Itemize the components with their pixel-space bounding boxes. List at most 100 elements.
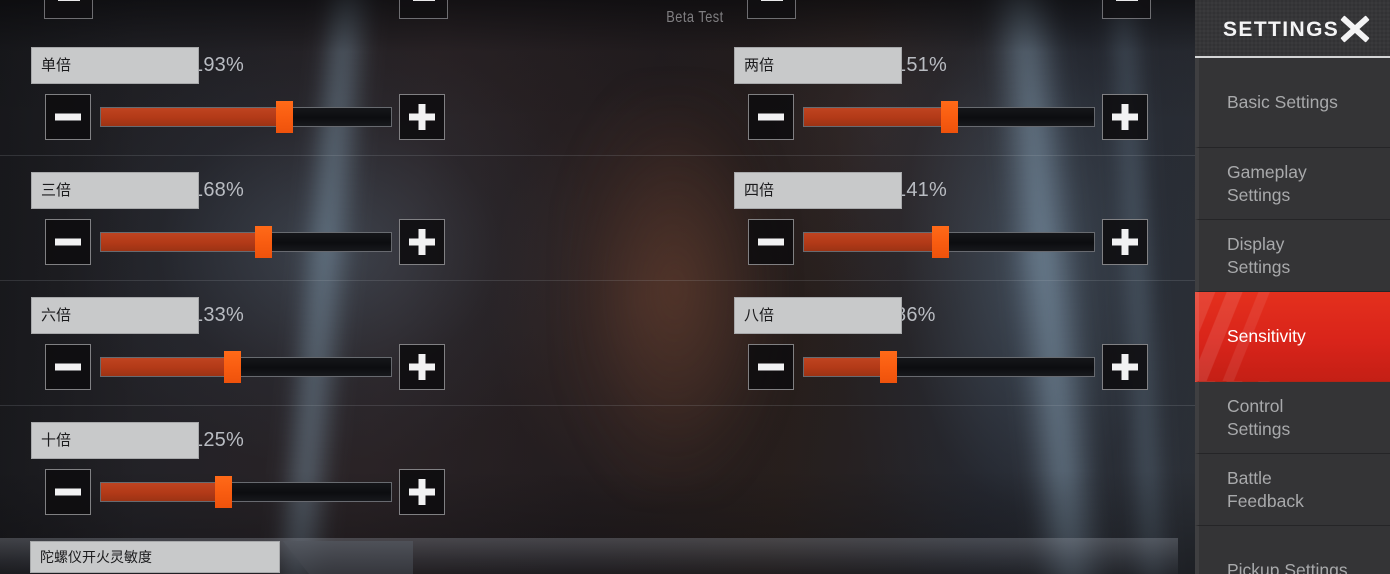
slider-row: 三倍 168% 四倍 141%	[0, 155, 1195, 281]
sidebar-item-battle-feedback[interactable]: Battle Feedback	[1195, 454, 1390, 526]
sidebar-item-label: Gameplay Settings	[1227, 161, 1307, 205]
slider-thumb[interactable]	[932, 226, 950, 258]
settings-sidebar: SETTINGS Basic Settings Gameplay Settings…	[1195, 0, 1390, 574]
minus-icon	[758, 363, 784, 371]
sidebar-item-sensitivity[interactable]: Sensitivity	[1195, 292, 1390, 382]
minus-icon	[55, 238, 81, 246]
sidebar-nav-list: Basic Settings Gameplay Settings Display S…	[1195, 58, 1390, 574]
sidebar-item-label: Display Settings	[1227, 233, 1291, 277]
plus-icon	[418, 229, 426, 255]
increment-button[interactable]	[399, 219, 445, 265]
sidebar-item-display-settings[interactable]: Display Settings	[1195, 220, 1390, 292]
slider-thumb[interactable]	[214, 476, 232, 508]
decrement-button[interactable]	[748, 219, 794, 265]
slider-row: 单倍 193% 两倍 151%	[0, 30, 1195, 156]
slider-controls	[22, 469, 582, 515]
sidebar-item-pickup-settings[interactable]: Pickup Settings	[1195, 526, 1390, 574]
increment-button[interactable]	[399, 469, 445, 515]
slider-value: 141%	[895, 179, 947, 201]
slider-fill	[101, 108, 284, 126]
sensitivity-slider-triple: 三倍 168%	[22, 155, 582, 280]
sensitivity-slider-six: 六倍 133%	[22, 280, 582, 405]
plus-icon	[1121, 229, 1129, 255]
slider-fill	[804, 108, 949, 126]
minus-icon	[55, 113, 81, 121]
slider-fill	[101, 233, 264, 251]
slider-track[interactable]	[100, 351, 392, 383]
slider-thumb[interactable]	[223, 351, 241, 383]
plus-icon	[418, 104, 426, 130]
plus-icon	[418, 479, 426, 505]
slider-label: 两倍	[734, 47, 902, 84]
sidebar-item-label: Control Settings	[1227, 395, 1291, 439]
minus-icon	[760, 0, 783, 1]
slider-fill	[101, 358, 232, 376]
minus-icon	[758, 238, 784, 246]
slider-row: 六倍 133% 八倍 86%	[0, 280, 1195, 406]
settings-screen: Beta Test 单倍 193% 两倍 151% 三倍 168% 四倍 141…	[0, 0, 1390, 574]
decrement-button[interactable]	[45, 219, 91, 265]
page-title: SETTINGS	[1223, 18, 1340, 41]
slider-label: 单倍	[31, 47, 199, 84]
sidebar-item-label: Pickup Settings	[1227, 560, 1348, 574]
decrement-button[interactable]	[45, 344, 91, 390]
decrement-button[interactable]	[748, 344, 794, 390]
plus-icon	[418, 354, 426, 380]
sidebar-header: SETTINGS	[1195, 0, 1390, 58]
beta-test-watermark: Beta Test	[666, 9, 724, 26]
sidebar-item-gameplay-settings[interactable]: Gameplay Settings	[1195, 148, 1390, 220]
slider-fill	[101, 483, 223, 501]
slider-row: 十倍 125%	[0, 405, 1195, 530]
increment-button[interactable]	[399, 94, 445, 140]
minus-icon	[57, 0, 80, 1]
sidebar-item-label: Basic Settings	[1227, 92, 1338, 113]
slider-controls	[22, 219, 582, 265]
slider-thumb[interactable]	[941, 101, 958, 133]
increment-button[interactable]	[1102, 219, 1148, 265]
slider-fill	[804, 233, 941, 251]
plus-icon	[1121, 104, 1129, 130]
slider-label: 十倍	[31, 422, 199, 459]
slider-track[interactable]	[803, 101, 1095, 133]
slider-track[interactable]	[100, 226, 392, 258]
increment-button[interactable]	[1102, 94, 1148, 140]
slider-track[interactable]	[100, 476, 392, 508]
slider-track[interactable]	[100, 101, 392, 133]
sidebar-item-control-settings[interactable]: Control Settings	[1195, 382, 1390, 454]
slider-fill	[804, 358, 889, 376]
decrement-button[interactable]	[748, 94, 794, 140]
plus-icon	[412, 0, 435, 1]
increment-button[interactable]	[399, 344, 445, 390]
slider-thumb[interactable]	[880, 351, 898, 383]
decrement-button[interactable]	[45, 469, 91, 515]
next-setting-row: 陀螺仪开火灵敏度	[0, 530, 1195, 574]
minus-icon	[55, 363, 81, 371]
increment-button[interactable]	[1102, 344, 1148, 390]
sensitivity-slider-single: 单倍 193%	[22, 30, 582, 155]
slider-label: 四倍	[734, 172, 902, 209]
slider-label: 六倍	[31, 297, 199, 334]
slider-controls	[22, 94, 582, 140]
gyroscope-fire-sensitivity-label: 陀螺仪开火灵敏度	[30, 541, 280, 573]
decrement-button[interactable]	[45, 94, 91, 140]
slider-track[interactable]	[803, 351, 1095, 383]
slider-label: 八倍	[734, 297, 902, 334]
slider-thumb[interactable]	[255, 226, 273, 258]
slider-value: 193%	[192, 54, 244, 76]
minus-icon	[758, 113, 784, 121]
close-x-icon[interactable]	[1338, 12, 1372, 46]
slider-value: 168%	[192, 179, 244, 201]
plus-icon	[1115, 0, 1138, 1]
slider-value: 125%	[192, 429, 244, 451]
slider-controls	[22, 344, 582, 390]
plus-icon	[1121, 354, 1129, 380]
decrement-button[interactable]	[44, 0, 93, 19]
slider-thumb[interactable]	[275, 101, 293, 133]
sensitivity-slider-ten: 十倍 125%	[22, 405, 582, 530]
slider-track[interactable]	[803, 226, 1095, 258]
sensitivity-settings-panel: 单倍 193% 两倍 151% 三倍 168% 四倍 141% 六倍 133% …	[0, 30, 1195, 574]
slider-value: 133%	[192, 304, 244, 326]
sidebar-item-basic-settings[interactable]: Basic Settings	[1195, 58, 1390, 148]
slider-value: 151%	[895, 54, 947, 76]
sidebar-item-label: Battle Feedback	[1227, 467, 1304, 511]
